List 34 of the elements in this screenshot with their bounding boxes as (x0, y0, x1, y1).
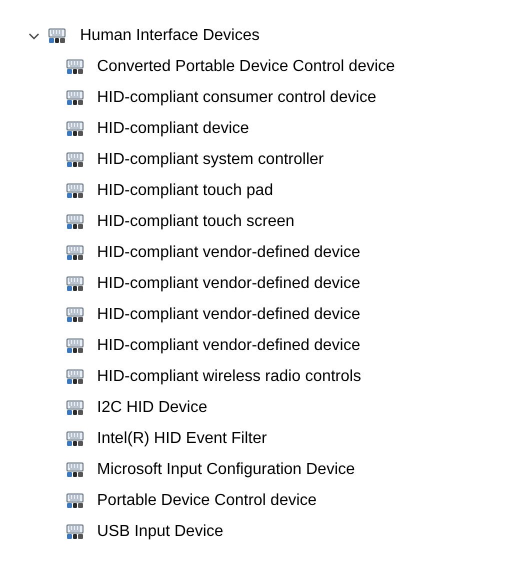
keyboard-icon (66, 400, 84, 416)
keyboard-icon (66, 152, 84, 168)
tree-item[interactable]: HID-compliant touch pad (97, 182, 274, 200)
tree-item[interactable]: I2C HID Device (97, 398, 208, 416)
keyboard-icon (66, 214, 84, 230)
keyboard-icon (66, 368, 84, 384)
tree-item[interactable]: HID-compliant vendor-defined device (97, 244, 360, 262)
tree-item[interactable]: Intel(R) HID Event Filter (97, 430, 267, 448)
keyboard-icon (66, 462, 84, 478)
tree-item[interactable]: Microsoft Input Configuration Device (97, 460, 355, 478)
tree-item[interactable]: HID-compliant system controller (97, 150, 324, 168)
keyboard-icon (48, 28, 66, 44)
tree-item[interactable]: Portable Device Control device (97, 492, 317, 510)
tree-item[interactable]: Converted Portable Device Control device (97, 58, 395, 76)
keyboard-icon (66, 58, 84, 74)
keyboard-icon (66, 90, 84, 106)
keyboard-icon (66, 276, 84, 292)
keyboard-icon (66, 306, 84, 322)
tree-item[interactable]: HID-compliant wireless radio controls (97, 368, 362, 386)
keyboard-icon (66, 244, 84, 260)
tree-item[interactable]: HID-compliant touch screen (97, 212, 294, 230)
keyboard-icon (66, 120, 84, 136)
keyboard-icon (66, 430, 84, 446)
keyboard-icon (66, 182, 84, 198)
tree-item[interactable]: HID-compliant device (97, 120, 250, 138)
tree-item[interactable]: HID-compliant consumer control device (97, 88, 376, 106)
tree-item[interactable]: USB Input Device (97, 522, 224, 540)
keyboard-icon (66, 492, 84, 508)
tree-item[interactable]: HID-compliant vendor-defined device (97, 274, 360, 292)
keyboard-icon (66, 524, 84, 540)
tree-item[interactable]: HID-compliant vendor-defined device (97, 306, 360, 324)
tree-item[interactable]: HID-compliant vendor-defined device (97, 336, 360, 354)
tree-item[interactable]: Human Interface Devices (80, 26, 260, 44)
keyboard-icon (66, 338, 84, 354)
